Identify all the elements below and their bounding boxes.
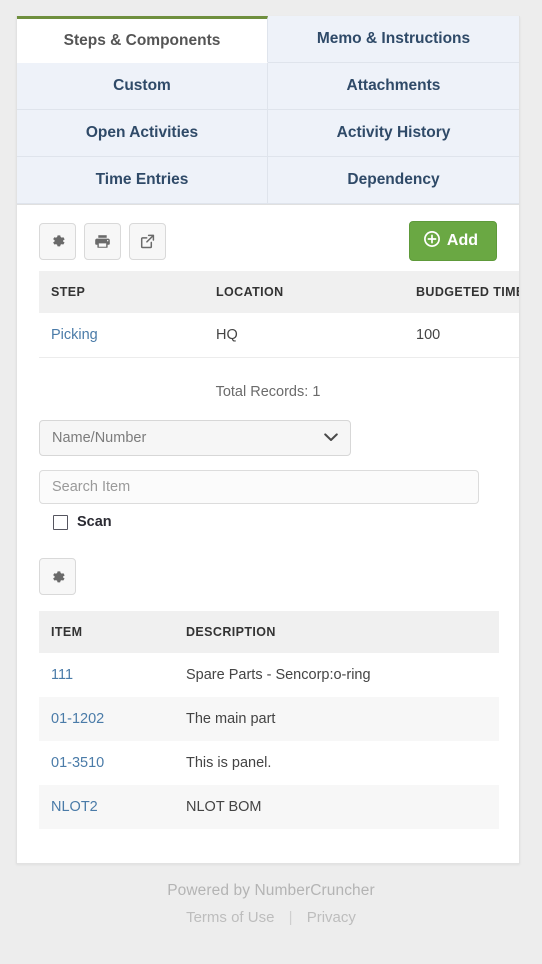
tab-label: Steps & Components xyxy=(63,31,221,49)
table-row[interactable]: 111 Spare Parts - Sencorp:o-ring xyxy=(39,653,499,697)
tab-label: Open Activities xyxy=(85,124,199,142)
powered-by-text: Powered by NumberCruncher xyxy=(167,882,375,899)
items-table-wrapper: ITEM DESCRIPTION 111 Spare Parts - Senco… xyxy=(17,595,519,863)
steps-settings-button[interactable] xyxy=(39,222,76,260)
item-link[interactable]: 111 xyxy=(39,653,174,697)
tab-attachments[interactable]: Attachments xyxy=(268,63,519,110)
scan-checkbox[interactable] xyxy=(53,514,68,530)
steps-column-budgeted-time[interactable]: BUDGETED TIME xyxy=(404,271,519,313)
footer-separator: | xyxy=(288,909,293,926)
items-column-item[interactable]: ITEM xyxy=(39,611,174,653)
page-root: Steps & Components Memo & Instructions C… xyxy=(0,0,542,964)
tab-activity-history[interactable]: Activity History xyxy=(268,110,519,157)
detail-card: Steps & Components Memo & Instructions C… xyxy=(16,16,520,864)
step-location: HQ xyxy=(204,313,404,358)
chevron-down-icon xyxy=(324,430,338,446)
item-link[interactable]: 01-3510 xyxy=(39,741,174,785)
steps-print-button[interactable] xyxy=(84,222,121,260)
table-row[interactable]: Picking HQ 100 xyxy=(39,313,519,358)
item-filters: Name/Number Scan xyxy=(17,420,519,530)
steps-header-row: STEP LOCATION BUDGETED TIME xyxy=(39,271,519,313)
step-budgeted-time: 100 xyxy=(404,313,519,358)
item-link[interactable]: NLOT2 xyxy=(39,785,174,829)
card-body: Add STEP LOCATION BUDGETED TIME Picking … xyxy=(17,205,519,863)
add-button[interactable]: Add xyxy=(408,221,497,261)
tab-label: Activity History xyxy=(336,124,451,142)
items-table-body: 111 Spare Parts - Sencorp:o-ring 01-1202… xyxy=(39,653,499,829)
page-footer: Powered by NumberCruncher Terms of Use |… xyxy=(0,882,542,926)
item-description: The main part xyxy=(186,711,276,727)
items-column-description[interactable]: DESCRIPTION xyxy=(174,611,499,653)
search-input[interactable] xyxy=(39,470,479,504)
steps-table-head: STEP LOCATION BUDGETED TIME xyxy=(39,271,519,313)
tab-dependency[interactable]: Dependency xyxy=(268,157,519,204)
tab-grid: Steps & Components Memo & Instructions C… xyxy=(17,16,519,205)
steps-table-wrapper: STEP LOCATION BUDGETED TIME Picking HQ 1… xyxy=(17,271,519,358)
footer-links: Terms of Use | Privacy xyxy=(0,909,542,926)
share-export-icon xyxy=(139,233,156,250)
item-description: Spare Parts - Sencorp:o-ring xyxy=(186,667,371,683)
total-records-label: Total Records: xyxy=(215,384,309,400)
add-button-label: Add xyxy=(446,232,478,249)
scan-checkbox-row[interactable]: Scan xyxy=(53,514,497,530)
steps-total-records: Total Records: 1 xyxy=(17,358,519,420)
tab-label: Dependency xyxy=(347,171,440,189)
steps-toolbar: Add xyxy=(17,205,519,271)
steps-column-step[interactable]: STEP xyxy=(39,271,204,313)
table-row[interactable]: NLOT2 NLOT BOM xyxy=(39,785,499,829)
search-type-select[interactable]: Name/Number xyxy=(39,420,351,456)
search-type-value: Name/Number xyxy=(52,430,147,446)
items-table: ITEM DESCRIPTION 111 Spare Parts - Senco… xyxy=(39,611,499,829)
plus-circle-icon xyxy=(423,231,440,251)
steps-table: STEP LOCATION BUDGETED TIME Picking HQ 1… xyxy=(39,271,519,358)
gear-icon xyxy=(50,233,66,249)
tab-memo-and-instructions[interactable]: Memo & Instructions xyxy=(268,16,519,63)
tab-time-entries[interactable]: Time Entries xyxy=(17,157,268,204)
tab-label: Time Entries xyxy=(95,171,189,189)
terms-of-use-link[interactable]: Terms of Use xyxy=(186,909,274,926)
tab-steps-and-components[interactable]: Steps & Components xyxy=(17,16,268,63)
items-settings-button[interactable] xyxy=(39,558,76,595)
item-link[interactable]: 01-1202 xyxy=(39,697,174,741)
item-description: This is panel. xyxy=(186,755,272,771)
items-header-row: ITEM DESCRIPTION xyxy=(39,611,499,653)
privacy-link[interactable]: Privacy xyxy=(307,909,356,926)
tab-label: Custom xyxy=(113,77,171,95)
tab-label: Attachments xyxy=(346,77,441,95)
tab-custom[interactable]: Custom xyxy=(17,63,268,110)
steps-toolbar-icons xyxy=(39,222,166,260)
items-toolbar xyxy=(17,530,519,595)
steps-export-button[interactable] xyxy=(129,222,166,260)
tab-open-activities[interactable]: Open Activities xyxy=(17,110,268,157)
step-name-link[interactable]: Picking xyxy=(39,313,204,358)
total-records-value: 1 xyxy=(312,384,321,400)
items-table-head: ITEM DESCRIPTION xyxy=(39,611,499,653)
gear-icon xyxy=(50,569,66,585)
steps-table-body: Picking HQ 100 xyxy=(39,313,519,358)
item-description: NLOT BOM xyxy=(186,799,262,815)
tab-label: Memo & Instructions xyxy=(316,30,471,48)
table-row[interactable]: 01-1202 The main part xyxy=(39,697,499,741)
printer-icon xyxy=(94,233,111,250)
steps-column-location[interactable]: LOCATION xyxy=(204,271,404,313)
table-row[interactable]: 01-3510 This is panel. xyxy=(39,741,499,785)
scan-label[interactable]: Scan xyxy=(77,514,112,530)
